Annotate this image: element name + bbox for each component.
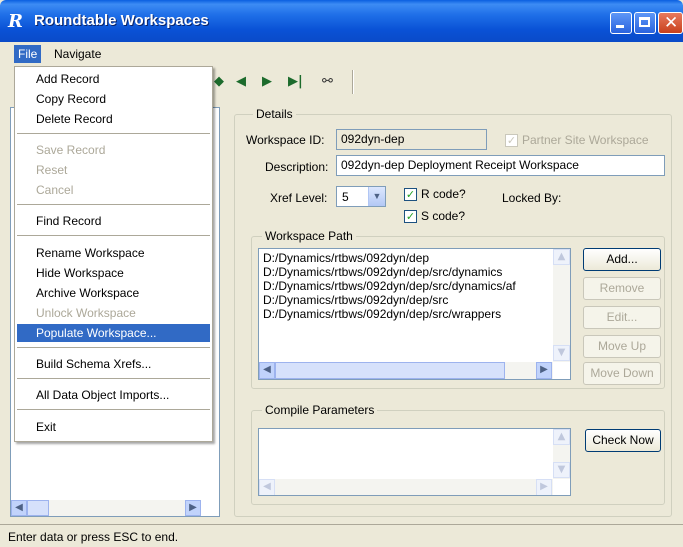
menu-item-all-data-object-imports[interactable]: All Data Object Imports... xyxy=(17,386,210,404)
scroll-up-icon[interactable]: ▲ xyxy=(553,429,570,445)
workspace-path-list[interactable]: D:/Dynamics/rtbws/092dyn/dep D:/Dynamics… xyxy=(258,248,571,380)
list-item[interactable]: D:/Dynamics/rtbws/092dyn/dep/src/dynamic… xyxy=(263,279,516,293)
compile-hscrollbar[interactable]: ◀ ▶ xyxy=(259,479,553,495)
menu-separator xyxy=(17,235,210,236)
menu-separator xyxy=(17,378,210,379)
list-item[interactable]: D:/Dynamics/rtbws/092dyn/dep/src/wrapper… xyxy=(263,307,501,321)
edit-path-button[interactable]: Edit... xyxy=(583,306,661,329)
menu-item-delete-record[interactable]: Delete Record xyxy=(17,110,210,128)
menu-item-add-record[interactable]: Add Record xyxy=(17,70,210,88)
nav-back-icon[interactable]: ◀ xyxy=(236,74,246,89)
scroll-left-icon[interactable]: ◀ xyxy=(259,362,275,379)
compile-parameters-legend: Compile Parameters xyxy=(262,403,378,417)
scroll-right-icon[interactable]: ▶ xyxy=(536,362,552,379)
status-bar: Enter data or press ESC to end. xyxy=(0,524,683,547)
menu-separator xyxy=(17,133,210,134)
description-label: Description: xyxy=(265,160,329,174)
path-list-vscrollbar[interactable]: ▲ ▼ xyxy=(553,249,570,362)
menu-item-rename-workspace[interactable]: Rename Workspace xyxy=(17,244,210,262)
title-bar[interactable]: R Roundtable Workspaces ✕ xyxy=(0,0,683,42)
toolbar: ◆ ◀ ▶ ▶| ⚯ xyxy=(210,66,683,98)
menu-item-hide-workspace[interactable]: Hide Workspace xyxy=(17,264,210,282)
workspace-id-label: Workspace ID: xyxy=(246,133,325,147)
menu-separator xyxy=(17,347,210,348)
xref-level-label: Xref Level: xyxy=(270,191,328,205)
details-legend: Details xyxy=(253,107,296,121)
xref-level-value: 5 xyxy=(342,190,349,204)
scroll-thumb[interactable] xyxy=(27,500,49,516)
scode-checkbox[interactable]: ✓ xyxy=(404,210,417,223)
rcode-checkbox[interactable]: ✓ xyxy=(404,188,417,201)
menu-item-unlock-workspace[interactable]: Unlock Workspace xyxy=(17,304,210,322)
menu-navigate[interactable]: Navigate xyxy=(50,45,105,63)
scroll-left-icon[interactable]: ◀ xyxy=(11,500,27,516)
scroll-down-icon[interactable]: ▼ xyxy=(553,345,570,361)
partner-site-checkbox[interactable]: ✓ xyxy=(505,134,518,147)
workspace-id-field[interactable]: 092dyn-dep xyxy=(336,129,487,150)
nav-last-icon[interactable]: ▶| xyxy=(288,74,303,89)
minimize-button[interactable] xyxy=(610,12,632,34)
menu-item-copy-record[interactable]: Copy Record xyxy=(17,90,210,108)
menu-item-save-record[interactable]: Save Record xyxy=(17,141,210,159)
file-menu-dropdown: Add Record Copy Record Delete Record Sav… xyxy=(14,66,213,442)
menu-separator xyxy=(17,409,210,410)
scroll-up-icon[interactable]: ▲ xyxy=(553,249,570,265)
menu-item-archive-workspace[interactable]: Archive Workspace xyxy=(17,284,210,302)
add-path-button[interactable]: Add... xyxy=(583,248,661,271)
menu-item-cancel[interactable]: Cancel xyxy=(17,181,210,199)
scode-label: S code? xyxy=(421,209,466,223)
remove-path-button[interactable]: Remove xyxy=(583,277,661,300)
move-down-button[interactable]: Move Down xyxy=(583,362,661,385)
nav-previous-icon[interactable]: ◆ xyxy=(214,74,224,89)
rcode-label: R code? xyxy=(421,187,466,201)
scroll-right-icon[interactable]: ▶ xyxy=(536,479,552,495)
scroll-down-icon[interactable]: ▼ xyxy=(553,462,570,478)
chevron-down-icon[interactable]: ▼ xyxy=(368,187,385,206)
scroll-thumb[interactable] xyxy=(275,362,505,379)
maximize-button[interactable] xyxy=(634,12,656,34)
nav-forward-icon[interactable]: ▶ xyxy=(262,74,272,89)
xref-level-select[interactable]: 5 ▼ xyxy=(336,186,386,207)
toolbar-separator xyxy=(352,70,354,94)
partner-site-label: Partner Site Workspace xyxy=(522,133,649,147)
menu-item-find-record[interactable]: Find Record xyxy=(17,212,210,230)
menu-bar: File Navigate xyxy=(0,42,683,66)
locked-by-label: Locked By: xyxy=(502,191,562,205)
list-item[interactable]: D:/Dynamics/rtbws/092dyn/dep/src xyxy=(263,293,448,307)
path-list-hscrollbar[interactable]: ◀ ▶ xyxy=(259,362,553,379)
close-icon: ✕ xyxy=(664,13,679,33)
menu-item-populate-workspace[interactable]: Populate Workspace... xyxy=(17,324,210,342)
compile-parameters-list[interactable]: ▲ ▼ ◀ ▶ xyxy=(258,428,571,496)
list-item[interactable]: D:/Dynamics/rtbws/092dyn/dep xyxy=(263,251,429,265)
scroll-right-icon[interactable]: ▶ xyxy=(185,500,201,516)
move-up-button[interactable]: Move Up xyxy=(583,335,661,358)
workspace-list-hscrollbar[interactable]: ◀ ▶ xyxy=(11,500,201,516)
menu-item-reset[interactable]: Reset xyxy=(17,161,210,179)
description-field[interactable]: 092dyn-dep Deployment Receipt Workspace xyxy=(336,155,665,176)
list-item[interactable]: D:/Dynamics/rtbws/092dyn/dep/src/dynamic… xyxy=(263,265,502,279)
menu-item-build-schema-xrefs[interactable]: Build Schema Xrefs... xyxy=(17,355,210,373)
window-title: Roundtable Workspaces xyxy=(34,12,209,29)
menu-file[interactable]: File xyxy=(14,45,42,63)
app-icon: R xyxy=(8,11,23,32)
status-text: Enter data or press ESC to end. xyxy=(8,530,179,544)
check-now-button[interactable]: Check Now xyxy=(585,429,661,452)
compile-vscrollbar[interactable]: ▲ ▼ xyxy=(553,429,570,479)
binoculars-icon[interactable]: ⚯ xyxy=(322,74,333,89)
workspace-path-legend: Workspace Path xyxy=(262,229,356,243)
menu-item-exit[interactable]: Exit xyxy=(17,418,210,436)
main-window: R Roundtable Workspaces ✕ File Navigate … xyxy=(0,0,683,547)
close-button[interactable]: ✕ xyxy=(658,12,683,34)
scroll-left-icon[interactable]: ◀ xyxy=(259,479,275,495)
menu-separator xyxy=(17,204,210,205)
